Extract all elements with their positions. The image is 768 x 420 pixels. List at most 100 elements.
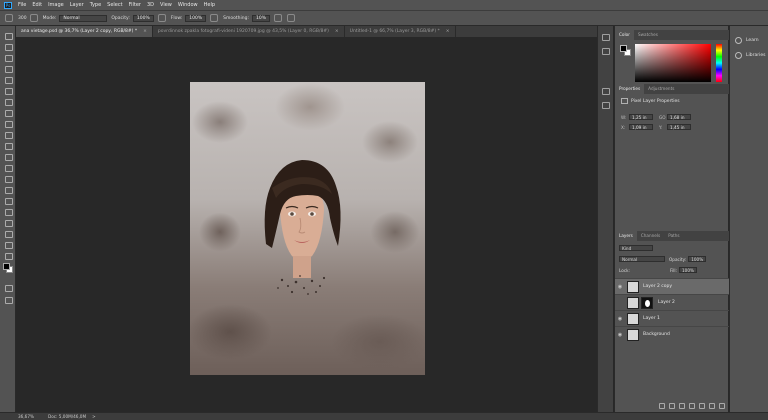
blur-tool-icon[interactable] <box>4 175 13 183</box>
gradient-tool-icon[interactable] <box>4 164 13 172</box>
tab-document-1[interactable]: ana vietage.psd @ 36,7% (Layer 2 copy, R… <box>16 26 153 37</box>
frame-tool-icon[interactable] <box>4 87 13 95</box>
quick-select-tool-icon[interactable] <box>4 65 13 73</box>
shape-tool-icon[interactable] <box>4 230 13 238</box>
airbrush-icon[interactable] <box>210 14 219 22</box>
eye-icon[interactable]: ◉ <box>615 316 625 322</box>
menu-help[interactable]: Help <box>204 2 215 8</box>
history-brush-tool-icon[interactable] <box>4 142 13 150</box>
layer-row-background[interactable]: ◉ Background <box>615 326 729 342</box>
tab-properties[interactable]: Properties <box>615 84 645 94</box>
brush-tool-icon[interactable] <box>5 14 13 22</box>
new-group-icon[interactable] <box>699 403 705 409</box>
healing-brush-tool-icon[interactable] <box>4 109 13 117</box>
foreground-color-swatch[interactable] <box>620 45 627 52</box>
tab-document-2[interactable]: povrdinnok zpakla fotografi-videni 19207… <box>153 26 345 37</box>
learn-item[interactable]: Learn <box>735 37 759 44</box>
zoom-tool-icon[interactable] <box>4 252 13 260</box>
color-picker-field[interactable] <box>635 44 711 82</box>
layer-name[interactable]: Layer 2 <box>658 300 675 305</box>
brush-panel-icon[interactable] <box>29 14 38 22</box>
layer-fill-input[interactable]: 100% <box>678 267 697 273</box>
menu-filter[interactable]: Filter <box>129 2 141 8</box>
x-field[interactable]: 1,09 in <box>629 124 653 130</box>
layer-row-layer-2[interactable]: Layer 2 <box>615 294 729 310</box>
tab-adjustments[interactable]: Adjustments <box>644 84 678 94</box>
hand-tool-icon[interactable] <box>4 241 13 249</box>
libraries-item[interactable]: Libraries <box>735 52 765 59</box>
menu-image[interactable]: Image <box>48 2 64 8</box>
eraser-tool-icon[interactable] <box>4 153 13 161</box>
paragraph-icon[interactable] <box>602 102 610 109</box>
menu-3d[interactable]: 3D <box>147 2 154 8</box>
adjustment-layer-icon[interactable] <box>689 403 695 409</box>
photoshop-logo[interactable]: Ps <box>4 1 12 9</box>
canvas-area[interactable] <box>16 37 597 412</box>
eye-icon[interactable]: ◉ <box>615 284 625 290</box>
layer-kind-filter[interactable]: Kind <box>619 245 653 251</box>
tab-channels[interactable]: Channels <box>637 231 664 241</box>
new-layer-icon[interactable] <box>709 403 715 409</box>
blend-mode-select[interactable]: Normal <box>619 256 665 262</box>
menu-type[interactable]: Type <box>90 2 101 8</box>
menu-layer[interactable]: Layer <box>70 2 84 8</box>
lasso-tool-icon[interactable] <box>4 54 13 62</box>
history-icon[interactable] <box>602 34 610 41</box>
tab-paths[interactable]: Paths <box>664 231 683 241</box>
brush-tool-icon[interactable] <box>4 120 13 128</box>
document-canvas[interactable] <box>190 82 425 375</box>
close-icon[interactable]: × <box>143 29 147 34</box>
layer-style-icon[interactable] <box>669 403 675 409</box>
zoom-level[interactable]: 36,67% <box>18 414 34 419</box>
pen-tool-icon[interactable] <box>4 197 13 205</box>
actions-icon[interactable] <box>602 48 610 55</box>
tab-swatches[interactable]: Swatches <box>634 30 662 40</box>
layer-name[interactable]: Layer 1 <box>643 316 660 321</box>
tab-document-3[interactable]: Untitled-1 @ 66,7% (Layer 3, RGB/8#) * × <box>345 26 456 37</box>
dodge-tool-icon[interactable] <box>4 186 13 194</box>
brush-size[interactable]: 300 <box>18 16 27 21</box>
layer-row-layer-2-copy[interactable]: ◉ Layer 2 copy <box>615 278 729 294</box>
hue-slider[interactable] <box>716 44 722 82</box>
screen-mode-icon[interactable] <box>4 296 13 304</box>
layer-mask-thumbnail[interactable] <box>641 296 653 309</box>
quick-mask-icon[interactable] <box>4 284 13 292</box>
menu-view[interactable]: View <box>160 2 172 8</box>
layer-name[interactable]: Layer 2 copy <box>643 284 672 289</box>
mode-select[interactable]: Normal <box>59 14 108 22</box>
status-menu-arrow[interactable]: > <box>92 414 96 419</box>
eye-icon[interactable]: ◉ <box>615 332 625 338</box>
layer-opacity-input[interactable]: 100% <box>688 256 707 262</box>
smoothing-input[interactable]: 10% <box>252 14 271 22</box>
y-field[interactable]: 1,45 in <box>667 124 691 130</box>
eyedropper-tool-icon[interactable] <box>4 98 13 106</box>
close-icon[interactable]: × <box>446 29 450 34</box>
gear-icon[interactable] <box>274 14 283 22</box>
close-icon[interactable]: × <box>335 29 339 34</box>
menu-select[interactable]: Select <box>107 2 122 8</box>
trash-icon[interactable] <box>719 403 725 409</box>
width-field[interactable]: 1,25 in <box>629 114 653 120</box>
menu-edit[interactable]: Edit <box>32 2 42 8</box>
crop-tool-icon[interactable] <box>4 76 13 84</box>
add-mask-icon[interactable] <box>679 403 685 409</box>
tab-layers[interactable]: Layers <box>615 231 637 241</box>
opacity-input[interactable]: 100% <box>132 14 154 22</box>
type-tool-icon[interactable] <box>4 208 13 216</box>
pressure-size-icon[interactable] <box>287 14 296 22</box>
menu-window[interactable]: Window <box>178 2 198 8</box>
layer-name[interactable]: Background <box>643 332 670 337</box>
link-label[interactable]: GO <box>659 115 667 120</box>
flow-input[interactable]: 100% <box>185 14 207 22</box>
height-field[interactable]: 1,68 in <box>667 114 691 120</box>
clone-stamp-tool-icon[interactable] <box>4 131 13 139</box>
link-layers-icon[interactable] <box>659 403 665 409</box>
layer-row-layer-1[interactable]: ◉ Layer 1 <box>615 310 729 326</box>
path-select-tool-icon[interactable] <box>4 219 13 227</box>
marquee-tool-icon[interactable] <box>4 43 13 51</box>
move-tool-icon[interactable] <box>4 32 13 40</box>
character-icon[interactable] <box>602 88 610 95</box>
pressure-opacity-icon[interactable] <box>157 14 166 22</box>
tab-color[interactable]: Color <box>615 30 634 40</box>
menu-file[interactable]: File <box>18 2 26 8</box>
